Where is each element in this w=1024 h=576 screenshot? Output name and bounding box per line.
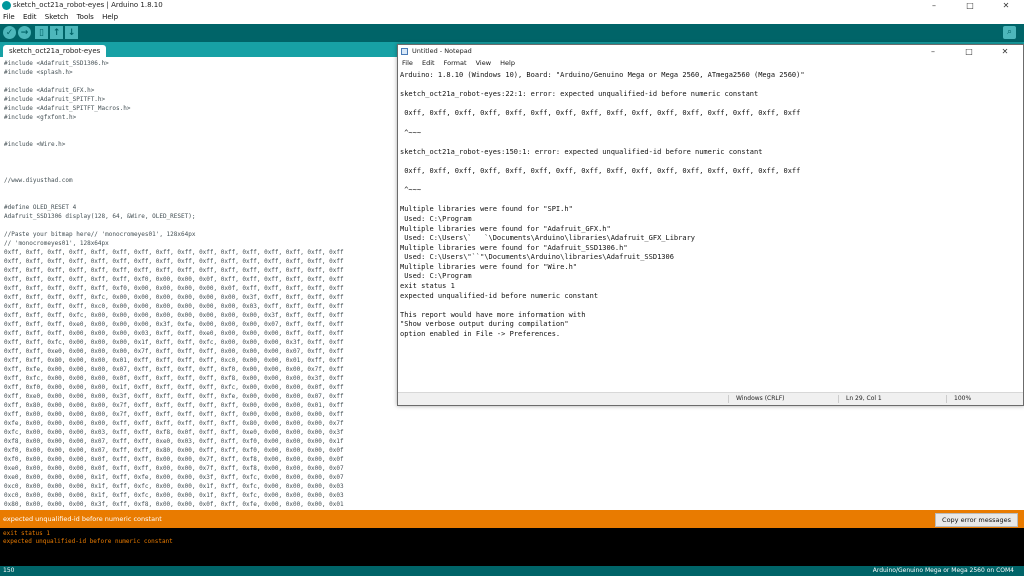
verify-button[interactable]: ✓ [3, 26, 16, 39]
new-file-icon: ▯ [39, 27, 44, 38]
status-zoom: 100% [954, 395, 972, 402]
maximize-icon[interactable]: □ [951, 45, 987, 58]
output-console[interactable]: exit status 1 expected unqualified-id be… [0, 528, 1024, 566]
np-menu-edit[interactable]: Edit [422, 59, 435, 67]
arduino-app-icon [2, 1, 11, 10]
status-cursor-position: Ln 29, Col 1 [846, 395, 882, 402]
arrow-up-icon: ↑ [52, 27, 61, 38]
error-message: expected unqualified-id before numeric c… [3, 515, 162, 523]
error-message-bar: expected unqualified-id before numeric c… [0, 510, 1024, 528]
arrow-right-icon: → [20, 27, 29, 38]
notepad-menubar: File Edit Format View Help [398, 58, 1023, 69]
notepad-window: Untitled - Notepad – □ ✕ File Edit Forma… [397, 44, 1024, 406]
tab-sketch[interactable]: sketch_oct21a_robot-eyes [3, 45, 107, 57]
notepad-text-area[interactable]: Arduino: 1.8.10 (Windows 10), Board: "Ar… [398, 69, 1023, 394]
arduino-statusbar: 150 Arduino/Genuino Mega or Mega 2560 on… [0, 566, 1024, 576]
status-divider [728, 395, 729, 403]
np-menu-format[interactable]: Format [444, 59, 467, 67]
notepad-app-icon [401, 48, 408, 55]
open-sketch-button[interactable]: ↑ [50, 26, 63, 39]
notepad-titlebar: Untitled - Notepad – □ ✕ [398, 45, 1023, 58]
copy-error-messages-button[interactable]: Copy error messages [935, 513, 1018, 527]
status-board-port: Arduino/Genuino Mega or Mega 2560 on COM… [872, 567, 1014, 574]
arduino-window-controls: – □ ✕ [916, 0, 1024, 11]
status-divider [838, 395, 839, 403]
status-encoding: Windows (CRLF) [736, 395, 785, 402]
save-sketch-button[interactable]: ↓ [65, 26, 78, 39]
magnifier-icon: ⌕ [1006, 27, 1013, 37]
notepad-window-title: Untitled - Notepad [412, 47, 472, 55]
np-menu-file[interactable]: File [402, 59, 413, 67]
menu-sketch[interactable]: Sketch [45, 13, 69, 21]
np-menu-help[interactable]: Help [500, 59, 515, 67]
upload-button[interactable]: → [18, 26, 31, 39]
menu-help[interactable]: Help [102, 13, 118, 21]
np-menu-view[interactable]: View [476, 59, 491, 67]
new-sketch-button[interactable]: ▯ [35, 26, 48, 39]
arduino-menubar: File Edit Sketch Tools Help [0, 12, 1024, 23]
arduino-window-title: sketch_oct21a_robot-eyes | Arduino 1.8.1… [13, 1, 163, 9]
console-text: exit status 1 expected unqualified-id be… [3, 530, 173, 545]
notepad-window-controls: – □ ✕ [915, 45, 1023, 58]
close-icon[interactable]: ✕ [988, 0, 1024, 11]
arrow-down-icon: ↓ [67, 27, 76, 38]
serial-monitor-button[interactable]: ⌕ [1003, 26, 1016, 39]
status-line-number: 150 [3, 567, 15, 574]
minimize-icon[interactable]: – [916, 0, 952, 11]
notepad-statusbar: Windows (CRLF) Ln 29, Col 1 100% [398, 392, 1023, 405]
menu-file[interactable]: File [3, 13, 15, 21]
close-icon[interactable]: ✕ [987, 45, 1023, 58]
menu-edit[interactable]: Edit [23, 13, 37, 21]
minimize-icon[interactable]: – [915, 45, 951, 58]
status-divider [946, 395, 947, 403]
notepad-text[interactable]: Arduino: 1.8.10 (Windows 10), Board: "Ar… [398, 69, 1023, 340]
menu-tools[interactable]: Tools [77, 13, 94, 21]
check-icon: ✓ [5, 27, 14, 38]
arduino-titlebar: sketch_oct21a_robot-eyes | Arduino 1.8.1… [0, 0, 1024, 11]
arduino-toolbar: ✓ → ▯ ↑ ↓ ⌕ [0, 24, 1024, 42]
maximize-icon[interactable]: □ [952, 0, 988, 11]
